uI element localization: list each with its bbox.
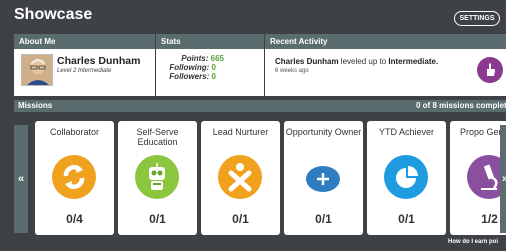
missions-carousel: « Collaborator 0/4 Self-Serve Education (14, 117, 506, 235)
page-title: Showcase (14, 6, 93, 23)
person-x-icon (218, 155, 262, 199)
activity-time: 6 weeks ago (275, 68, 309, 74)
about-me-header: About Me (14, 34, 155, 49)
recent-activity-panel: Charles Dunham leveled up to Intermediat… (265, 49, 506, 96)
mission-name: Lead Nurturer (212, 127, 269, 137)
plus-icon (301, 155, 345, 199)
avatar[interactable] (21, 54, 53, 86)
mission-name: YTD Achiever (378, 127, 435, 137)
activity-actor[interactable]: Charles Dunham (275, 57, 339, 66)
activity-item: Charles Dunham leveled up to Intermediat… (275, 57, 438, 66)
mission-name: Self-Serve Education (136, 127, 179, 147)
followers-stat: Followers: 0 (169, 72, 216, 81)
carousel-prev-button[interactable]: « (14, 125, 28, 233)
following-stat: Following: 0 (169, 63, 216, 72)
mission-card-self-serve-education[interactable]: Self-Serve Education 0/1 (118, 121, 197, 235)
recent-activity-header: Recent Activity (265, 34, 506, 49)
settings-button[interactable]: SETTINGS (454, 11, 500, 26)
missions-count: 0 of 8 missions complete (416, 101, 506, 110)
activity-text: leveled up to (338, 57, 389, 66)
mission-card-collaborator[interactable]: Collaborator 0/4 (35, 121, 114, 235)
showcase-widget: Showcase SETTINGS About Me Stats Recent … (0, 0, 506, 251)
mission-progress: 0/1 (232, 212, 249, 226)
mission-progress: 0/4 (66, 212, 83, 226)
following-value: 0 (211, 63, 216, 72)
level-badge-icon (477, 57, 503, 83)
mission-name: Propo Generat (459, 127, 506, 137)
mission-progress: 0/1 (398, 212, 415, 226)
mission-card-proposal-generator[interactable]: Propo Generat 1/2 (450, 121, 506, 235)
points-value: 665 (210, 54, 224, 63)
mission-name: Collaborator (49, 127, 100, 137)
followers-value: 0 (211, 72, 216, 81)
about-me-panel: Charles Dunham Level 2 Intermediate (14, 49, 155, 96)
refresh-arrows-icon (52, 155, 96, 199)
missions-header: Missions 0 of 8 missions complete (14, 100, 506, 112)
mission-progress: 1/2 (481, 212, 498, 226)
pie-chart-icon (384, 155, 428, 199)
user-level: Level 2 Intermediate (57, 68, 112, 74)
mission-card-lead-nurturer[interactable]: Lead Nurturer 0/1 (201, 121, 280, 235)
mission-name: Opportunity Owner (285, 127, 362, 137)
stats-panel: Points: 665 Following: 0 Followers: 0 (156, 49, 264, 96)
points-label: Points: (181, 54, 209, 63)
mission-progress: 0/1 (149, 212, 166, 226)
robot-icon (135, 155, 179, 199)
mission-card-opportunity-owner[interactable]: Opportunity Owner 0/1 (284, 121, 363, 235)
mission-card-ytd-achiever[interactable]: YTD Achiever 0/1 (367, 121, 446, 235)
carousel-next-button[interactable]: » (500, 125, 506, 233)
points-stat: Points: 665 (181, 54, 224, 63)
how-to-earn-points-link[interactable]: How do I earn poi (448, 239, 498, 245)
user-name[interactable]: Charles Dunham (57, 55, 140, 67)
mission-progress: 0/1 (315, 212, 332, 226)
activity-target: Intermediate. (388, 57, 439, 66)
missions-label: Missions (18, 101, 53, 110)
stats-header: Stats (156, 34, 264, 49)
following-label: Following: (169, 63, 210, 72)
followers-label: Followers: (169, 72, 210, 81)
